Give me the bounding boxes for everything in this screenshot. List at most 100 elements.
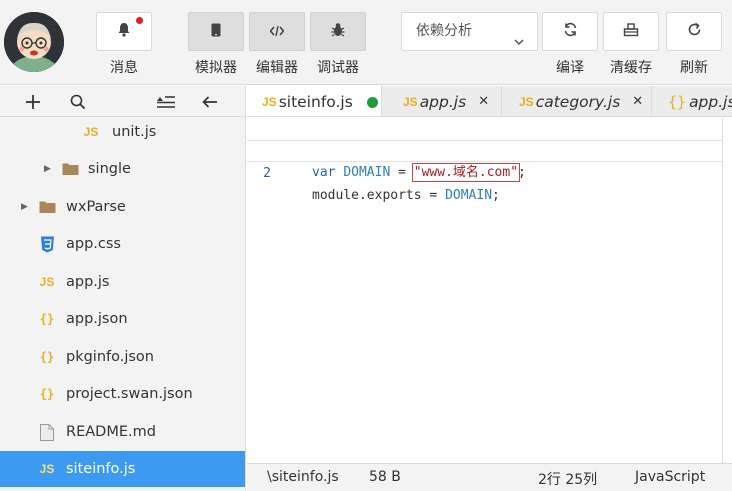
tab-label: siteinfo.js bbox=[278, 93, 353, 111]
js-file-icon: JS bbox=[519, 94, 534, 109]
tree-item-label: README.md bbox=[66, 424, 156, 440]
clear-cache-button[interactable] bbox=[603, 12, 659, 51]
phone-icon bbox=[211, 22, 221, 41]
clear-cache-label: 清缓存 bbox=[610, 60, 652, 76]
tree-item-single[interactable]: ▶ single bbox=[0, 151, 245, 187]
tree-item-project-swan-json[interactable]: {} project.swan.json bbox=[0, 376, 245, 412]
tree-item-label: app.json bbox=[66, 311, 128, 327]
plain-token: module.exports = bbox=[312, 188, 446, 203]
select-value: 依赖分析 bbox=[416, 23, 472, 39]
json-file-icon: {} bbox=[39, 312, 55, 326]
arrow-left-icon[interactable] bbox=[201, 93, 219, 111]
code-editor[interactable]: 1 var DOMAIN = "www.域名.com"; 2 module.ex… bbox=[247, 118, 732, 463]
tree-item-wxparse[interactable]: ▶ wxParse bbox=[0, 189, 245, 225]
tree-item-label: pkginfo.json bbox=[66, 349, 154, 365]
json-file-icon: {} bbox=[668, 92, 687, 111]
simulator-label: 模拟器 bbox=[195, 60, 237, 76]
line-number: 2 bbox=[263, 166, 271, 181]
tab-label: app.js bbox=[689, 92, 732, 111]
bug-icon bbox=[331, 22, 345, 41]
collapse-all-icon[interactable] bbox=[156, 93, 175, 111]
bell-icon bbox=[117, 22, 131, 41]
folder-icon bbox=[61, 160, 79, 178]
tree-item-app-json[interactable]: {} app.json bbox=[0, 301, 245, 337]
status-language[interactable]: JavaScript bbox=[635, 469, 705, 485]
semicolon-token: ; bbox=[518, 165, 526, 180]
refresh-icon bbox=[687, 22, 702, 41]
identifier-token: DOMAIN bbox=[343, 165, 391, 180]
tree-item-app-js[interactable]: JS app.js bbox=[0, 264, 245, 300]
notification-badge bbox=[136, 17, 143, 24]
tree-item-pkginfo-json[interactable]: {} pkginfo.json bbox=[0, 339, 245, 375]
tab-siteinfo-js[interactable]: JS siteinfo.js bbox=[247, 86, 382, 116]
json-file-icon: {} bbox=[39, 387, 55, 401]
keyword-token: var bbox=[312, 165, 336, 180]
explorer-toolbar bbox=[0, 86, 245, 117]
js-file-icon: JS bbox=[39, 275, 55, 289]
user-avatar[interactable] bbox=[4, 12, 64, 72]
tab-category-js[interactable]: JS category.js ✕ bbox=[502, 86, 652, 116]
tab-app-json[interactable]: {} app.js bbox=[652, 86, 732, 116]
caret-right-icon[interactable]: ▶ bbox=[44, 164, 51, 174]
status-file-size: 58 B bbox=[369, 469, 401, 485]
sync-icon bbox=[563, 22, 578, 41]
tab-label: category.js bbox=[535, 92, 621, 111]
tree-item-label: wxParse bbox=[66, 199, 126, 215]
js-file-icon: JS bbox=[403, 94, 418, 109]
js-file-icon: JS bbox=[83, 125, 99, 139]
tree-item-label: app.js bbox=[66, 274, 110, 290]
tree-item-label: unit.js bbox=[112, 124, 157, 140]
dependency-analysis-select[interactable]: 依赖分析 bbox=[401, 12, 538, 51]
chevron-down-icon bbox=[513, 26, 525, 46]
css-file-icon bbox=[38, 235, 56, 253]
tree-item-label: siteinfo.js bbox=[66, 461, 136, 477]
status-cursor-position[interactable]: 2行 25列 bbox=[538, 469, 597, 489]
identifier-token: DOMAIN bbox=[445, 188, 493, 203]
folder-icon bbox=[38, 198, 56, 216]
status-bar: \siteinfo.js 58 B 2行 25列 JavaScript bbox=[247, 463, 732, 491]
tree-item-siteinfo-js[interactable]: JS siteinfo.js bbox=[0, 451, 245, 487]
close-icon[interactable]: ✕ bbox=[478, 94, 489, 109]
js-file-icon: JS bbox=[262, 95, 277, 109]
tree-item-readme-md[interactable]: README.md bbox=[0, 414, 245, 450]
tab-app-js[interactable]: JS app.js ✕ bbox=[382, 86, 502, 116]
editor-button[interactable] bbox=[249, 12, 305, 51]
semicolon-token: ; bbox=[492, 188, 500, 203]
code-line-current[interactable]: 2 module.exports = DOMAIN; bbox=[247, 140, 722, 203]
plus-icon[interactable] bbox=[24, 93, 42, 111]
debugger-label: 调试器 bbox=[317, 60, 359, 76]
unsaved-dot bbox=[366, 96, 378, 108]
file-icon bbox=[38, 423, 56, 441]
code-icon bbox=[269, 22, 285, 41]
code-text: module.exports = DOMAIN; bbox=[312, 185, 500, 207]
editor-scrollbar[interactable] bbox=[722, 118, 723, 463]
tree-item-unit-js[interactable]: JS unit.js bbox=[0, 114, 245, 150]
top-toolbar: 消息 模拟器 编辑器 调试器 依赖分析 编译 清缓存 刷新 bbox=[0, 0, 732, 85]
code-line[interactable]: 1 var DOMAIN = "www.域名.com"; bbox=[247, 118, 722, 182]
caret-right-icon[interactable]: ▶ bbox=[21, 202, 28, 212]
tree-item-label: app.css bbox=[66, 236, 121, 252]
search-icon[interactable] bbox=[69, 93, 87, 111]
tab-label: app.js bbox=[419, 92, 467, 111]
tree-item-app-css[interactable]: app.css bbox=[0, 226, 245, 262]
simulator-button[interactable] bbox=[188, 12, 244, 51]
notifications-button[interactable] bbox=[96, 12, 152, 51]
json-file-icon: {} bbox=[39, 350, 55, 364]
compile-label: 编译 bbox=[556, 60, 584, 76]
tree-item-label: single bbox=[88, 161, 131, 177]
editor-tabs: JS siteinfo.js JS app.js ✕ JS category.j… bbox=[247, 86, 732, 117]
string-token: "www.域名.com" bbox=[411, 163, 521, 182]
editor-label: 编辑器 bbox=[256, 60, 298, 76]
notifications-label: 消息 bbox=[110, 60, 138, 76]
code-text: var DOMAIN = "www.域名.com"; bbox=[312, 162, 526, 184]
debugger-button[interactable] bbox=[310, 12, 366, 51]
compile-button[interactable] bbox=[542, 12, 598, 51]
js-file-icon: JS bbox=[39, 462, 55, 476]
file-explorer: JS unit.js ▶ single ▶ wxParse app.css JS… bbox=[0, 86, 246, 491]
status-file-path: \siteinfo.js bbox=[267, 469, 339, 485]
tree-item-label: project.swan.json bbox=[66, 386, 193, 402]
refresh-label: 刷新 bbox=[680, 60, 708, 76]
close-icon[interactable]: ✕ bbox=[632, 94, 643, 109]
refresh-button[interactable] bbox=[666, 12, 722, 51]
operator-token: = bbox=[390, 165, 414, 180]
